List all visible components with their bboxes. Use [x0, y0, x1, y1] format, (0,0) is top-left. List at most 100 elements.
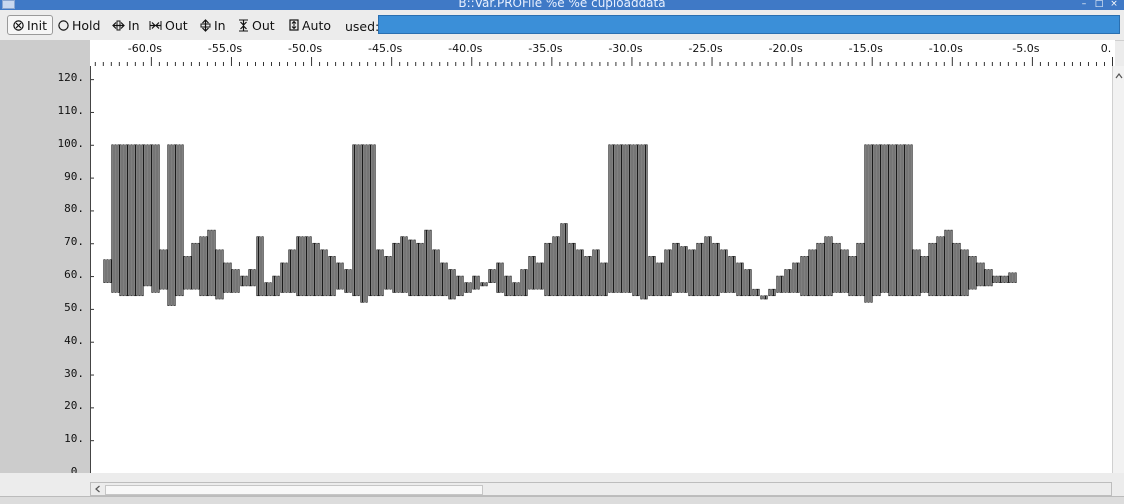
- profile-bar: [141, 144, 144, 297]
- zoom-in-button[interactable]: In: [110, 15, 142, 35]
- scroll-up-arrow-icon[interactable]: [1113, 71, 1124, 81]
- profile-bar: [747, 269, 750, 297]
- profile-bar: [362, 144, 365, 303]
- profile-bar: [656, 262, 659, 297]
- horizontal-scrollbar[interactable]: [90, 482, 1112, 496]
- minimize-icon[interactable]: –: [1079, 0, 1089, 9]
- profile-bar: [768, 288, 771, 297]
- profile-bar: [605, 262, 608, 297]
- profile-bar: [205, 236, 208, 297]
- profile-bar: [995, 275, 998, 283]
- auto-scale-icon: [289, 19, 299, 31]
- profile-bar: [664, 249, 667, 297]
- profile-bar: [816, 242, 819, 297]
- hold-button[interactable]: Hold: [56, 15, 102, 35]
- profile-bar: [992, 275, 995, 283]
- profile-bar: [368, 144, 371, 297]
- profile-bar: [434, 249, 437, 297]
- toolbar: Init Hold In Out In Out Auto used:: [0, 10, 1124, 41]
- zoom-out-label: Out: [165, 17, 188, 33]
- profile-bar: [437, 249, 440, 297]
- profile-bar: [952, 242, 955, 297]
- ruler-tick-label: -5.0s: [1012, 42, 1039, 55]
- profile-bar: [691, 249, 694, 297]
- profile-bar: [725, 249, 728, 293]
- horizontal-zoom-in-icon: [112, 20, 125, 30]
- profile-bar: [704, 236, 707, 297]
- profile-bar: [555, 236, 558, 297]
- profile-bar: [571, 242, 574, 297]
- profile-bar: [541, 262, 544, 290]
- profile-bar: [904, 144, 907, 297]
- profile-bar: [218, 249, 221, 300]
- profile-bar: [381, 249, 384, 297]
- profile-bar: [528, 256, 531, 290]
- profile-bar: [154, 144, 157, 293]
- auto-label: Auto: [302, 17, 332, 33]
- profile-bar: [723, 249, 726, 293]
- profile-bar: [795, 262, 798, 293]
- profile-bar: [466, 282, 469, 293]
- profile-bar: [341, 262, 344, 290]
- profile-bar: [958, 242, 961, 297]
- profile-bar: [157, 144, 160, 293]
- close-icon[interactable]: ×: [1109, 0, 1119, 9]
- profile-bar: [592, 249, 595, 297]
- profile-bar: [242, 275, 245, 287]
- profile-bar: [1011, 272, 1014, 283]
- profile-bar: [696, 242, 699, 297]
- ruler-tick-label: -30.0s: [608, 42, 642, 55]
- profile-bar: [990, 269, 993, 287]
- profile-bar: [133, 144, 136, 297]
- profile-bar: [378, 249, 381, 297]
- profile-bar: [349, 269, 352, 293]
- profile-bar: [210, 229, 213, 297]
- auto-button[interactable]: Auto: [287, 15, 333, 35]
- profile-bar: [808, 249, 811, 297]
- profile-bar: [645, 144, 648, 300]
- profile-bar: [442, 262, 445, 297]
- profile-bar: [651, 256, 654, 297]
- window-titlebar[interactable]: B::Var.PROFile %e %e cuploaddata – □ ×: [0, 0, 1124, 10]
- profile-bar: [354, 144, 357, 297]
- vertical-zoom-in-button[interactable]: In: [198, 15, 228, 35]
- profile-bar: [776, 275, 779, 293]
- profile-bar: [773, 288, 776, 297]
- profile-bar: [846, 249, 849, 293]
- vertical-zoom-in-label: In: [214, 17, 226, 33]
- profile-bar: [175, 144, 178, 297]
- profile-bar: [509, 275, 512, 297]
- profile-bar: [653, 256, 656, 297]
- profile-bar: [835, 242, 838, 293]
- profile-bar: [827, 236, 830, 297]
- profile-bar: [902, 144, 905, 297]
- vertical-zoom-out-button[interactable]: Out: [236, 15, 277, 35]
- profile-bar: [987, 269, 990, 287]
- chart-plot-area[interactable]: [90, 66, 1113, 474]
- init-icon: [13, 19, 24, 31]
- profile-bar: [344, 269, 347, 293]
- init-button[interactable]: Init: [7, 15, 53, 35]
- profile-bar: [448, 269, 451, 300]
- horizontal-scroll-thumb[interactable]: [105, 485, 483, 495]
- zoom-out-button[interactable]: Out: [147, 15, 190, 35]
- ruler-tick-label: -60.0s: [128, 42, 162, 55]
- profile-bar: [856, 242, 859, 297]
- profile-bar: [159, 249, 162, 290]
- profile-bar: [173, 144, 176, 306]
- time-ruler[interactable]: -60.0s -55.0s -50.0s -45.0s -40.0s -35.0s -30.…: [90, 40, 1115, 67]
- profile-bar: [181, 144, 184, 297]
- profile-bar: [547, 242, 550, 297]
- used-label: used:: [345, 19, 380, 34]
- profile-bar: [320, 249, 323, 297]
- used-progress-bar: [378, 15, 1120, 34]
- vertical-scrollbar[interactable]: [1112, 66, 1124, 473]
- profile-bar: [637, 144, 640, 297]
- profile-bar: [352, 144, 355, 297]
- chart-svg: [91, 79, 1017, 474]
- profile-bar: [894, 144, 897, 297]
- profile-bar: [458, 275, 461, 297]
- scroll-left-arrow-icon[interactable]: [94, 485, 102, 493]
- maximize-icon[interactable]: □: [1094, 0, 1104, 9]
- profile-bar: [312, 242, 315, 297]
